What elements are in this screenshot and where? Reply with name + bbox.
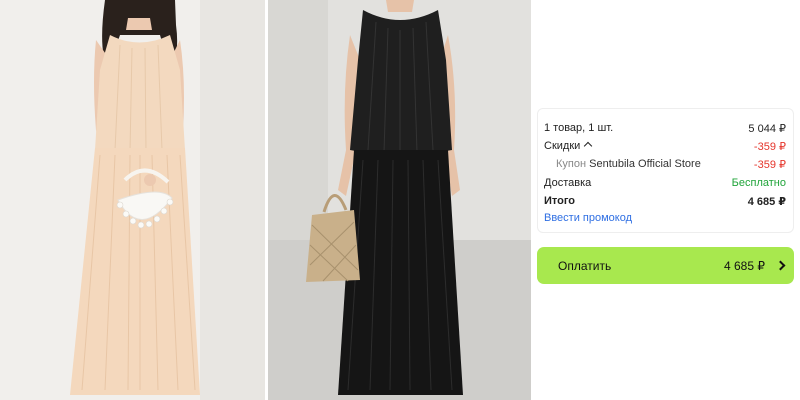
enter-promo-code-link[interactable]: Ввести промокод	[544, 212, 632, 224]
delivery-label: Доставка	[544, 177, 592, 189]
product-photo-black[interactable]	[268, 0, 531, 400]
total-row: Итого 4 685 ₽	[544, 193, 786, 209]
order-summary-card: 1 товар, 1 шт. 5 044 ₽ Скидки -359 ₽ Куп…	[537, 108, 794, 233]
black-outfit-illustration	[268, 0, 531, 400]
chevron-up-icon	[584, 141, 593, 151]
chevron-right-icon	[775, 260, 786, 271]
discounts-label: Скидки	[544, 140, 581, 152]
discounts-value: -359 ₽	[753, 140, 786, 153]
discounts-toggle[interactable]: Скидки	[544, 140, 593, 152]
total-value: 4 685 ₽	[747, 195, 786, 208]
coupon-value: -359 ₽	[753, 158, 786, 171]
coupon-row: Купон Sentubila Official Store -359 ₽	[544, 156, 786, 172]
pay-button-amount: 4 685 ₽	[724, 258, 765, 273]
coupon-store: Sentubila Official Store	[589, 158, 701, 170]
delivery-row: Доставка Бесплатно	[544, 175, 786, 191]
delivery-value: Бесплатно	[731, 177, 786, 189]
items-row: 1 товар, 1 шт. 5 044 ₽	[544, 120, 786, 136]
discounts-row[interactable]: Скидки -359 ₽	[544, 138, 786, 154]
pay-button[interactable]: Оплатить 4 685 ₽	[537, 247, 794, 284]
product-photo-beige[interactable]	[0, 0, 265, 400]
beige-outfit-illustration	[0, 0, 265, 400]
pay-button-label: Оплатить	[558, 258, 612, 273]
coupon-prefix: Купон	[556, 158, 587, 170]
coupon-label: Купон Sentubila Official Store	[544, 158, 701, 170]
total-label: Итого	[544, 195, 576, 207]
items-label: 1 товар, 1 шт.	[544, 122, 614, 134]
items-value: 5 044 ₽	[748, 122, 786, 135]
